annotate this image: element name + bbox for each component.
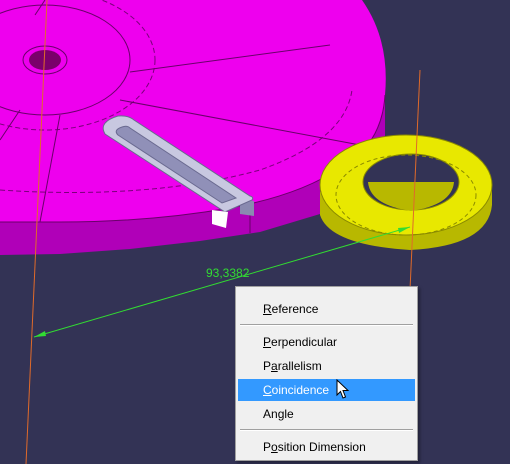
constraint-context-menu: Reference Perpendicular Parallelism Coin… (235, 286, 418, 461)
menu-item-coincidence[interactable]: Coincidence (238, 379, 415, 401)
menu-item-position-dimension[interactable]: Position Dimension (238, 436, 415, 458)
menu-item-perpendicular[interactable]: Perpendicular (238, 331, 415, 353)
dimension-value-label[interactable]: 93,3382 (206, 266, 249, 280)
menu-item-angle[interactable]: Angle (238, 403, 415, 425)
menu-item-reference[interactable]: Reference (238, 298, 415, 320)
menu-item-parallelism[interactable]: Parallelism (238, 355, 415, 377)
yellow-ring-part[interactable] (319, 134, 493, 250)
menu-separator (240, 429, 413, 431)
mouse-pointer-icon (336, 379, 350, 399)
menu-separator (240, 324, 413, 326)
